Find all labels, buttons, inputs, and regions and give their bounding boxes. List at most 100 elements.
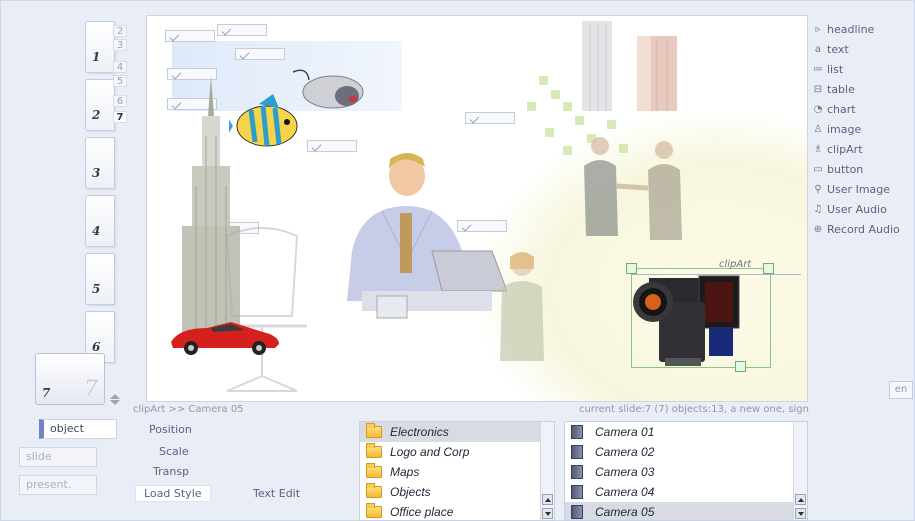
load-style-button[interactable]: Load Style bbox=[135, 485, 211, 502]
mode-present-button[interactable]: present. bbox=[19, 475, 97, 495]
clipart-item-selected[interactable]: Camera 05 bbox=[565, 502, 807, 520]
clipart-item-list[interactable]: Camera 01 Camera 02 Camera 03 Camera 04 … bbox=[564, 421, 808, 521]
category-item[interactable]: Office place bbox=[360, 502, 554, 520]
headline-icon: ▹ bbox=[815, 23, 821, 35]
item-label: Camera 05 bbox=[595, 505, 655, 519]
mode-object-button[interactable]: object bbox=[39, 419, 117, 439]
rail-scroll-up-icon[interactable] bbox=[110, 394, 120, 399]
item-label: Camera 02 bbox=[595, 445, 655, 459]
red-car-clipart[interactable] bbox=[167, 318, 282, 356]
text-icon: a bbox=[814, 43, 822, 55]
clipart-item[interactable]: Camera 03 bbox=[565, 462, 807, 482]
tool-list[interactable]: ≔ list bbox=[809, 59, 915, 79]
tool-headline[interactable]: ▹ headline bbox=[809, 19, 915, 39]
table-icon: ⊟ bbox=[813, 83, 823, 95]
man-with-laptop-clipart[interactable] bbox=[322, 151, 507, 321]
scroll-up-icon[interactable] bbox=[542, 494, 553, 505]
sub-slide-tab[interactable]: 5 bbox=[113, 75, 127, 87]
tool-table[interactable]: ⊟ table bbox=[809, 79, 915, 99]
tool-label: text bbox=[827, 42, 849, 56]
object-marker[interactable] bbox=[235, 48, 285, 60]
object-marker[interactable] bbox=[465, 112, 515, 124]
folder-icon bbox=[366, 423, 382, 438]
tool-label: Record Audio bbox=[827, 222, 900, 236]
clipart-item[interactable]: Camera 02 bbox=[565, 442, 807, 462]
sub-slide-tab[interactable]: 6 bbox=[113, 95, 127, 107]
tool-label: image bbox=[827, 122, 862, 136]
current-slide-thumb[interactable]: 7 7 bbox=[35, 353, 105, 405]
clipart-category-list[interactable]: Electronics Logo and Corp Maps Objects O… bbox=[359, 421, 555, 521]
clipart-item[interactable]: Camera 01 bbox=[565, 422, 807, 442]
rail-scroll-down-icon[interactable] bbox=[110, 400, 120, 405]
office-towers-clipart[interactable] bbox=[572, 16, 692, 111]
rail-scroll-arrows[interactable] bbox=[109, 393, 121, 409]
tool-chart[interactable]: ◔ chart bbox=[809, 99, 915, 119]
decor-square bbox=[545, 128, 554, 137]
decor-square bbox=[551, 90, 560, 99]
sub-slide-tab[interactable]: 3 bbox=[113, 39, 127, 51]
sub-slide-tab[interactable]: 2 bbox=[113, 25, 127, 37]
scroll-down-icon[interactable] bbox=[795, 508, 806, 519]
language-button[interactable]: en bbox=[889, 381, 913, 399]
tool-user-audio[interactable]: ♫ User Audio bbox=[809, 199, 915, 219]
folder-icon bbox=[366, 443, 382, 458]
slide-thumb-1[interactable]: 1 bbox=[85, 21, 115, 73]
object-marker[interactable] bbox=[165, 30, 215, 42]
sub-slide-tab[interactable]: 4 bbox=[113, 61, 127, 73]
document-icon bbox=[571, 465, 583, 479]
tool-image[interactable]: ♙ image bbox=[809, 119, 915, 139]
businesswoman-clipart[interactable] bbox=[492, 251, 552, 361]
slide-number: 6 bbox=[92, 340, 101, 354]
slide-rail: 1 2 3 4 5 6 2 3 4 5 6 7 bbox=[77, 21, 129, 401]
category-item-selected[interactable]: Electronics bbox=[360, 422, 554, 442]
scale-button[interactable]: Scale bbox=[159, 445, 189, 458]
decor-square bbox=[575, 116, 584, 125]
decor-square bbox=[607, 120, 616, 129]
slide-thumb-5[interactable]: 5 bbox=[85, 253, 115, 305]
scroll-down-icon[interactable] bbox=[542, 508, 553, 519]
category-item[interactable]: Objects bbox=[360, 482, 554, 502]
list-icon: ≔ bbox=[813, 63, 823, 75]
current-slide-number: 7 bbox=[42, 386, 51, 400]
category-item[interactable]: Maps bbox=[360, 462, 554, 482]
tool-record-audio[interactable]: ⊕ Record Audio bbox=[809, 219, 915, 239]
category-label: Office place bbox=[390, 505, 454, 519]
folder-icon bbox=[366, 463, 382, 478]
category-label: Logo and Corp bbox=[390, 445, 470, 459]
slide-canvas[interactable]: clipArt bbox=[146, 15, 808, 402]
tool-label: table bbox=[827, 82, 855, 96]
sub-slide-tab-active[interactable]: 7 bbox=[113, 111, 127, 123]
transparency-button[interactable]: Transp bbox=[153, 465, 189, 478]
item-label: Camera 04 bbox=[595, 485, 655, 499]
item-label: Camera 01 bbox=[595, 425, 655, 439]
slide-thumb-2[interactable]: 2 bbox=[85, 79, 115, 131]
category-label: Objects bbox=[390, 485, 431, 499]
clipart-item[interactable]: Camera 04 bbox=[565, 482, 807, 502]
office-chair-clipart[interactable] bbox=[207, 226, 317, 401]
tropical-fish-clipart[interactable] bbox=[229, 94, 307, 156]
tool-label: User Image bbox=[827, 182, 891, 196]
rotate-handle-icon[interactable] bbox=[763, 263, 774, 274]
slide-thumb-3[interactable]: 3 bbox=[85, 137, 115, 189]
document-icon bbox=[571, 485, 583, 499]
text-edit-button[interactable]: Text Edit bbox=[253, 487, 300, 500]
slide-number: 3 bbox=[92, 166, 101, 180]
tool-text[interactable]: a text bbox=[809, 39, 915, 59]
handshake-clipart[interactable] bbox=[572, 136, 692, 246]
tool-clipart[interactable]: ♗ clipArt bbox=[809, 139, 915, 159]
category-scrollbar[interactable] bbox=[540, 422, 554, 520]
tool-button[interactable]: ▭ button bbox=[809, 159, 915, 179]
item-scrollbar[interactable] bbox=[793, 422, 807, 520]
category-item[interactable]: Logo and Corp bbox=[360, 442, 554, 462]
position-button[interactable]: Position bbox=[149, 423, 192, 436]
decor-square bbox=[563, 146, 572, 155]
tool-user-image[interactable]: ⚲ User Image bbox=[809, 179, 915, 199]
selection-label: clipArt bbox=[719, 259, 752, 270]
camcorder-clipart[interactable] bbox=[629, 272, 749, 368]
scroll-up-icon[interactable] bbox=[795, 494, 806, 505]
slide-thumb-4[interactable]: 4 bbox=[85, 195, 115, 247]
mode-slide-button[interactable]: slide bbox=[19, 447, 97, 467]
image-icon: ♙ bbox=[813, 123, 823, 135]
document-icon bbox=[571, 505, 583, 519]
object-marker[interactable] bbox=[217, 24, 267, 36]
